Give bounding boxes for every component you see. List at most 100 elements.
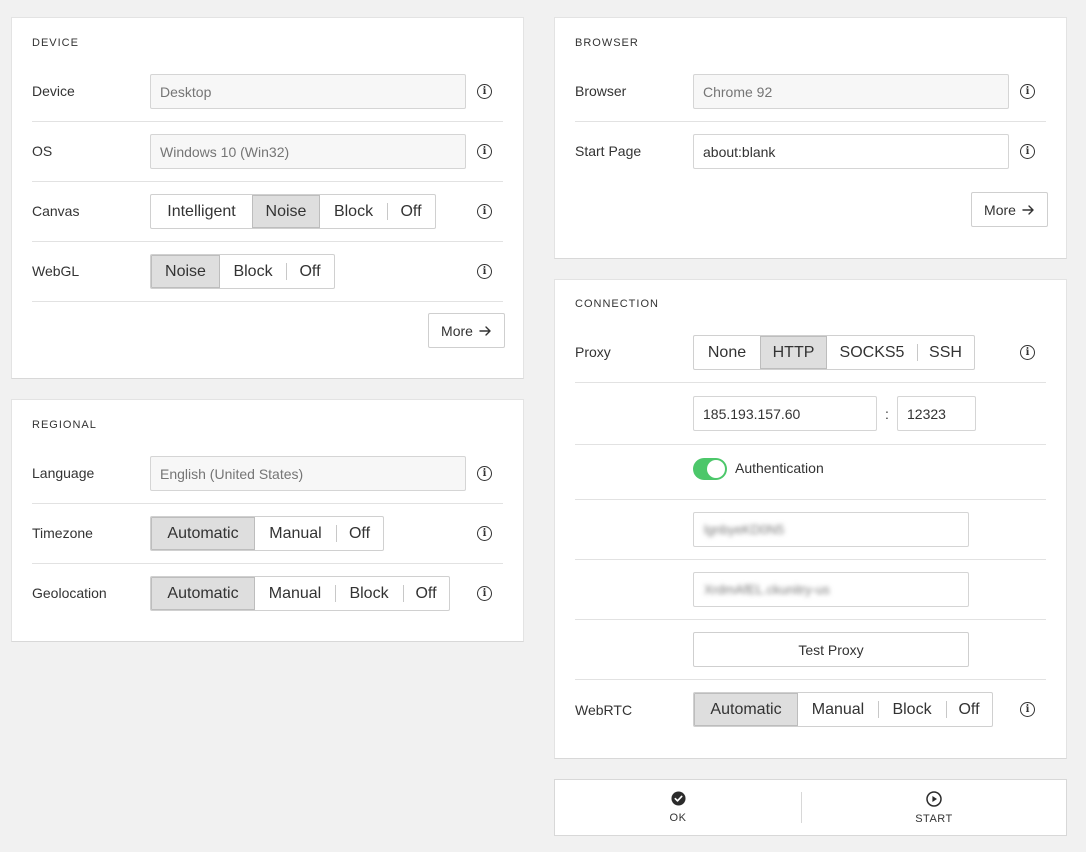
password-value: XrdmAfEL.ckunitry-us (704, 582, 830, 597)
device-label: Device (32, 83, 75, 99)
os-label: OS (32, 143, 53, 159)
timezone-label: Timezone (32, 525, 93, 541)
authentication-label: Authentication (735, 460, 824, 476)
language-row: Language i (32, 443, 503, 504)
info-icon[interactable]: i (1020, 702, 1035, 717)
webrtc-row: WebRTC Automatic Manual Block Off i (575, 680, 1046, 740)
geolocation-option-off[interactable]: Off (403, 577, 449, 610)
play-circle-icon (926, 790, 942, 807)
geolocation-label: Geolocation (32, 585, 107, 601)
info-icon[interactable]: i (477, 144, 492, 159)
geolocation-row: Geolocation Automatic Manual Block Off i (32, 564, 503, 624)
ok-button[interactable]: OK (555, 780, 801, 835)
geolocation-segmented-control: Automatic Manual Block Off (150, 576, 450, 611)
geolocation-option-manual[interactable]: Manual (255, 577, 335, 610)
proxy-segmented-control: None HTTP SOCKS5 SSH (693, 335, 975, 370)
webrtc-label: WebRTC (575, 702, 633, 718)
info-icon[interactable]: i (477, 526, 492, 541)
info-icon[interactable]: i (1020, 84, 1035, 99)
test-proxy-button[interactable]: Test Proxy (693, 632, 969, 667)
start-page-input[interactable] (693, 134, 1009, 169)
webgl-label: WebGL (32, 263, 80, 279)
device-input[interactable] (150, 74, 466, 109)
browser-input[interactable] (693, 74, 1009, 109)
os-row: OS i (32, 122, 503, 182)
info-icon[interactable]: i (1020, 345, 1035, 360)
action-bar: OK START (554, 779, 1067, 836)
arrow-right-icon (479, 325, 491, 336)
webrtc-segmented-control: Automatic Manual Block Off (693, 692, 993, 727)
authentication-toggle[interactable] (693, 458, 727, 480)
webgl-option-block[interactable]: Block (220, 255, 286, 288)
username-row: lgnbyeKD0N5 (575, 500, 1046, 560)
device-section-title: DEVICE (32, 37, 79, 49)
browser-panel: BROWSER Browser i Start Page i More (554, 17, 1067, 259)
authentication-row: Authentication (575, 445, 1046, 500)
webrtc-option-automatic[interactable]: Automatic (694, 693, 798, 726)
more-button-label: More (441, 322, 473, 339)
canvas-option-block[interactable]: Block (320, 195, 387, 228)
canvas-option-off[interactable]: Off (387, 195, 435, 228)
test-proxy-row: Test Proxy (575, 620, 1046, 680)
geolocation-option-block[interactable]: Block (335, 577, 403, 610)
start-label: START (915, 812, 953, 825)
canvas-row: Canvas Intelligent Noise Block Off i (32, 182, 503, 242)
proxy-username-input[interactable]: lgnbyeKD0N5 (693, 512, 969, 547)
connection-panel: CONNECTION Proxy None HTTP SOCKS5 SSH i … (554, 279, 1067, 759)
webrtc-option-block[interactable]: Block (878, 693, 946, 726)
proxy-option-socks5[interactable]: SOCKS5 (827, 336, 917, 369)
webgl-segmented-control: Noise Block Off (150, 254, 335, 289)
port-separator: : (885, 406, 889, 422)
browser-row: Browser i (575, 61, 1046, 122)
timezone-segmented-control: Automatic Manual Off (150, 516, 384, 551)
proxy-option-http[interactable]: HTTP (760, 336, 827, 369)
browser-section-title: BROWSER (575, 37, 639, 49)
webrtc-option-manual[interactable]: Manual (798, 693, 878, 726)
browser-label: Browser (575, 83, 627, 99)
webgl-option-noise[interactable]: Noise (151, 255, 220, 288)
info-icon[interactable]: i (1020, 144, 1035, 159)
canvas-option-noise[interactable]: Noise (252, 195, 320, 228)
start-button[interactable]: START (802, 780, 1066, 835)
device-row: Device i (32, 61, 503, 122)
info-icon[interactable]: i (477, 204, 492, 219)
proxy-host-input[interactable] (693, 396, 877, 431)
os-input[interactable] (150, 134, 466, 169)
connection-section-title: CONNECTION (575, 298, 659, 310)
info-icon[interactable]: i (477, 264, 492, 279)
device-panel: DEVICE Device i OS i Canvas Intelligent … (11, 17, 524, 379)
language-label: Language (32, 465, 95, 481)
proxy-port-input[interactable] (897, 396, 976, 431)
arrow-right-icon (1022, 204, 1034, 215)
device-more-button[interactable]: More (428, 313, 505, 348)
webgl-option-off[interactable]: Off (286, 255, 334, 288)
webrtc-option-off[interactable]: Off (946, 693, 992, 726)
proxy-password-input[interactable]: XrdmAfEL.ckunitry-us (693, 572, 969, 607)
regional-section-title: REGIONAL (32, 419, 97, 431)
canvas-option-intelligent[interactable]: Intelligent (151, 195, 252, 228)
language-input[interactable] (150, 456, 466, 491)
regional-panel: REGIONAL Language i Timezone Automatic M… (11, 399, 524, 642)
start-page-label: Start Page (575, 143, 642, 159)
canvas-segmented-control: Intelligent Noise Block Off (150, 194, 436, 229)
canvas-label: Canvas (32, 203, 80, 219)
proxy-row: Proxy None HTTP SOCKS5 SSH i (575, 322, 1046, 383)
info-icon[interactable]: i (477, 84, 492, 99)
proxy-option-none[interactable]: None (694, 336, 760, 369)
timezone-option-off[interactable]: Off (336, 517, 383, 550)
info-icon[interactable]: i (477, 466, 492, 481)
timezone-option-manual[interactable]: Manual (255, 517, 336, 550)
timezone-option-automatic[interactable]: Automatic (151, 517, 255, 550)
proxy-address-row: : (575, 383, 1046, 445)
geolocation-option-automatic[interactable]: Automatic (151, 577, 255, 610)
proxy-option-ssh[interactable]: SSH (917, 336, 974, 369)
browser-more-button[interactable]: More (971, 192, 1048, 227)
check-circle-icon (670, 791, 686, 806)
webgl-row: WebGL Noise Block Off i (32, 242, 503, 302)
proxy-label: Proxy (575, 344, 611, 360)
username-value: lgnbyeKD0N5 (704, 522, 785, 537)
info-icon[interactable]: i (477, 586, 492, 601)
timezone-row: Timezone Automatic Manual Off i (32, 504, 503, 564)
more-button-label: More (984, 201, 1016, 218)
start-page-row: Start Page i (575, 122, 1046, 182)
